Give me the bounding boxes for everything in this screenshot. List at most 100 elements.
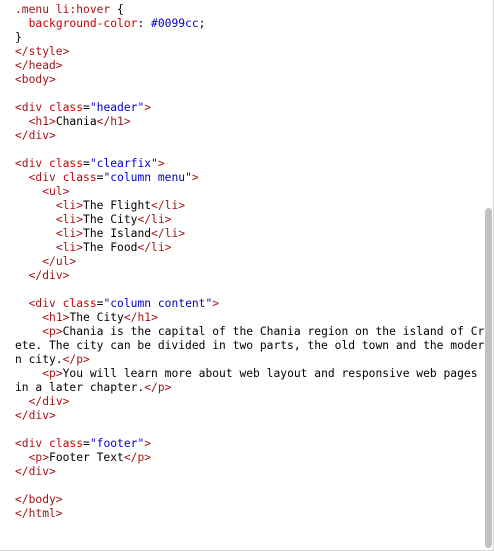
code-token: "footer": [89, 437, 145, 450]
code-line: <h1>Chania</h1>: [15, 115, 485, 129]
code-line: </div>: [15, 409, 485, 423]
code-line: </html>: [15, 507, 485, 521]
code-token: <h1>: [15, 311, 70, 324]
code-editor[interactable]: .menu li:hover { background-color: #0099…: [0, 0, 494, 551]
code-line: <div class="column menu">: [15, 171, 485, 185]
code-token: background-color: [15, 17, 138, 30]
code-token: =: [83, 157, 90, 170]
code-token: >: [191, 171, 199, 184]
code-token: The Food: [83, 241, 138, 254]
code-token: <li>: [15, 227, 84, 240]
code-token: </div>: [15, 409, 56, 422]
code-token: >: [144, 437, 152, 450]
code-line: ​: [15, 87, 485, 101]
code-line: <p>Chania is the capital of the Chania r…: [15, 325, 485, 367]
code-token: </style>: [15, 45, 70, 58]
code-line: <p>You will learn more about web layout …: [15, 367, 485, 395]
code-token: >: [157, 157, 165, 170]
code-line: </div>: [15, 465, 485, 479]
code-token: #0099cc: [151, 17, 199, 30]
code-line: <li>The City</li>: [15, 213, 485, 227]
code-token: </li>: [137, 213, 172, 226]
code-token: </head>: [15, 59, 63, 72]
code-token: class: [55, 297, 97, 310]
code-token: </p>: [123, 451, 152, 464]
code-line: ​: [15, 479, 485, 493]
code-line: </div>: [15, 129, 485, 143]
code-token: <body>: [15, 73, 56, 86]
code-line: <h1>The City</h1>: [15, 311, 485, 325]
code-token: class: [55, 171, 97, 184]
code-token: :: [137, 17, 152, 30]
code-token: <div: [15, 101, 43, 114]
code-token: </p>: [62, 353, 90, 366]
code-token: Chania: [55, 115, 97, 128]
code-line: <li>The Island</li>: [15, 227, 485, 241]
code-token: </p>: [144, 381, 172, 394]
code-token: <div: [15, 157, 43, 170]
code-token: =: [83, 437, 90, 450]
code-token: class: [42, 157, 84, 170]
code-token: .menu li:hover: [15, 3, 111, 16]
code-line: <p>Footer Text</p>: [15, 451, 485, 465]
code-line: ​: [15, 283, 485, 297]
code-token: <li>: [15, 241, 84, 254]
code-token: "column menu": [103, 171, 192, 184]
code-token: <div: [15, 297, 56, 310]
code-token: </li>: [137, 241, 172, 254]
code-token: <li>: [15, 199, 84, 212]
code-line: </style>: [15, 45, 485, 59]
code-token: The City: [69, 311, 124, 324]
code-line: background-color: #0099cc;: [15, 17, 485, 31]
code-area[interactable]: .menu li:hover { background-color: #0099…: [15, 3, 485, 521]
code-token: The City: [83, 213, 138, 226]
code-token: </html>: [15, 507, 63, 520]
code-line: </head>: [15, 59, 485, 73]
code-token: "clearfix": [89, 157, 158, 170]
code-token: </li>: [151, 227, 186, 240]
code-token: </h1>: [123, 311, 158, 324]
code-line: <ul>: [15, 185, 485, 199]
code-token: "column content": [103, 297, 213, 310]
code-token: ;: [198, 17, 206, 30]
scrollbar-thumb[interactable]: [485, 208, 492, 548]
code-token: <p>: [15, 325, 63, 338]
code-token: </ul>: [15, 255, 77, 268]
code-token: >: [212, 297, 220, 310]
code-line: ​: [15, 143, 485, 157]
code-token: <li>: [15, 213, 84, 226]
code-token: <p>: [15, 451, 50, 464]
code-token: <ul>: [15, 185, 70, 198]
code-line: <li>The Flight</li>: [15, 199, 485, 213]
code-token: </div>: [15, 395, 70, 408]
code-line: }: [15, 31, 485, 45]
code-token: {: [110, 3, 124, 16]
code-line: </div>: [15, 269, 485, 283]
code-token: class: [42, 101, 84, 114]
code-token: </h1>: [96, 115, 131, 128]
code-line: <div class="header">: [15, 101, 485, 115]
code-token: <div: [15, 437, 43, 450]
code-line: .menu li:hover {: [15, 3, 485, 17]
code-token: Footer Text: [49, 451, 124, 464]
code-token: </div>: [15, 465, 56, 478]
code-line: </ul>: [15, 255, 485, 269]
code-token: >: [144, 101, 152, 114]
code-token: The Island: [83, 227, 152, 240]
code-token: class: [42, 437, 84, 450]
code-token: <h1>: [15, 115, 56, 128]
code-token: =: [83, 101, 90, 114]
code-token: }: [15, 31, 22, 44]
code-token: The Flight: [83, 199, 152, 212]
code-line: <li>The Food</li>: [15, 241, 485, 255]
code-line: ​: [15, 423, 485, 437]
code-token: </li>: [151, 199, 186, 212]
code-line: <div class="clearfix">: [15, 157, 485, 171]
code-token: <p>: [15, 367, 63, 380]
code-line: <body>: [15, 73, 485, 87]
code-line: <div class="footer">: [15, 437, 485, 451]
code-token: </div>: [15, 129, 56, 142]
code-token: </div>: [15, 269, 70, 282]
code-line: <div class="column content">: [15, 297, 485, 311]
code-line: </body>: [15, 493, 485, 507]
